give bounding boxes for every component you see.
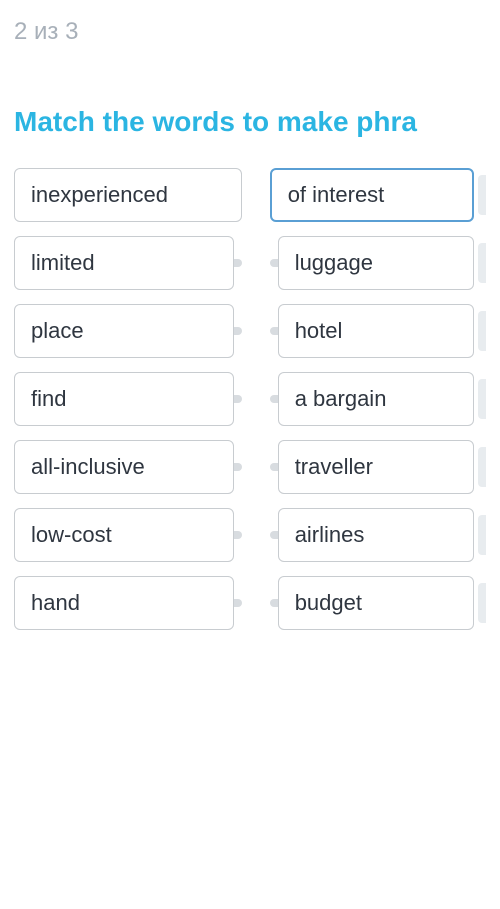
- word-card-left[interactable]: limited: [14, 236, 234, 290]
- drag-handle-icon[interactable]: [478, 583, 486, 623]
- word-label: airlines: [295, 522, 365, 548]
- drag-handle-icon[interactable]: [478, 379, 486, 419]
- word-label: hotel: [295, 318, 343, 344]
- drag-handle-icon[interactable]: [478, 515, 486, 555]
- word-card-left[interactable]: low-cost: [14, 508, 234, 562]
- word-card-right[interactable]: budget: [278, 576, 474, 630]
- connector-icon: [234, 599, 242, 607]
- connector-icon: [234, 395, 242, 403]
- word-label: place: [31, 318, 84, 344]
- right-row: budget: [270, 576, 486, 630]
- word-card-right[interactable]: of interest: [270, 168, 474, 222]
- word-card-left[interactable]: hand: [14, 576, 234, 630]
- right-row: hotel: [270, 304, 486, 358]
- right-row: luggage: [270, 236, 486, 290]
- drag-handle-icon[interactable]: [478, 311, 486, 351]
- connector-icon: [234, 327, 242, 335]
- left-row: limited: [14, 236, 242, 290]
- connector-icon: [270, 327, 278, 335]
- connector-icon: [234, 531, 242, 539]
- word-label: find: [31, 386, 66, 412]
- left-row: inexperienced: [14, 168, 242, 222]
- left-row: find: [14, 372, 242, 426]
- connector-icon: [270, 395, 278, 403]
- matching-columns: inexperienced limited place find all-inc…: [0, 168, 500, 630]
- drag-handle-icon[interactable]: [478, 175, 486, 215]
- word-card-left[interactable]: place: [14, 304, 234, 358]
- connector-icon: [270, 599, 278, 607]
- word-card-left[interactable]: inexperienced: [14, 168, 242, 222]
- drag-handle-icon[interactable]: [478, 447, 486, 487]
- right-row: of interest: [270, 168, 486, 222]
- connector-icon: [270, 259, 278, 267]
- word-label: traveller: [295, 454, 373, 480]
- left-row: low-cost: [14, 508, 242, 562]
- word-card-right[interactable]: hotel: [278, 304, 474, 358]
- word-label: of interest: [288, 182, 385, 208]
- word-card-right[interactable]: traveller: [278, 440, 474, 494]
- word-label: limited: [31, 250, 95, 276]
- left-row: all-inclusive: [14, 440, 242, 494]
- right-column: of interest luggage hotel a bargain trav…: [270, 168, 486, 630]
- word-label: budget: [295, 590, 362, 616]
- connector-icon: [270, 531, 278, 539]
- word-label: hand: [31, 590, 80, 616]
- left-column: inexperienced limited place find all-inc…: [14, 168, 242, 630]
- drag-handle-icon[interactable]: [478, 243, 486, 283]
- right-row: traveller: [270, 440, 486, 494]
- word-card-left[interactable]: find: [14, 372, 234, 426]
- word-label: all-inclusive: [31, 454, 145, 480]
- right-row: airlines: [270, 508, 486, 562]
- word-card-right[interactable]: luggage: [278, 236, 474, 290]
- connector-icon: [234, 259, 242, 267]
- word-label: luggage: [295, 250, 373, 276]
- connector-icon: [270, 463, 278, 471]
- word-label: a bargain: [295, 386, 387, 412]
- word-card-right[interactable]: a bargain: [278, 372, 474, 426]
- connector-icon: [234, 463, 242, 471]
- left-row: place: [14, 304, 242, 358]
- word-label: inexperienced: [31, 182, 168, 208]
- progress-indicator: 2 из 3: [0, 0, 500, 46]
- right-row: a bargain: [270, 372, 486, 426]
- exercise-title: Match the words to make phra: [0, 46, 500, 168]
- word-label: low-cost: [31, 522, 112, 548]
- word-card-left[interactable]: all-inclusive: [14, 440, 234, 494]
- left-row: hand: [14, 576, 242, 630]
- word-card-right[interactable]: airlines: [278, 508, 474, 562]
